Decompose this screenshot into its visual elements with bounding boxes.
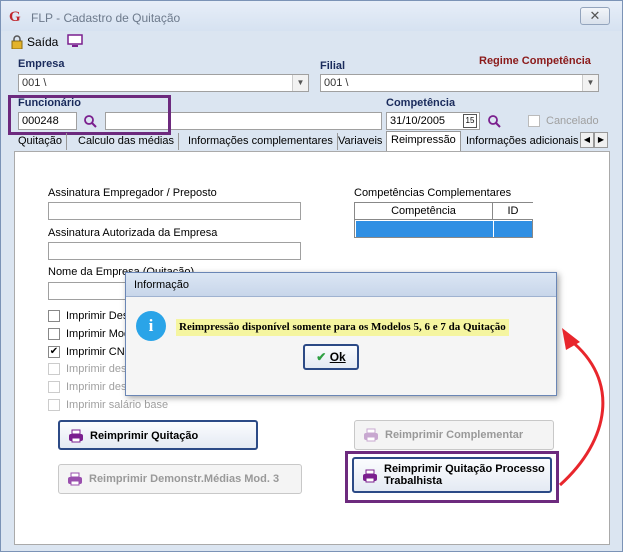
grid-selected-row-id[interactable] <box>494 221 532 237</box>
checkmark-icon: ✔ <box>316 350 327 364</box>
reimprimir-complementar-label: Reimprimir Complementar <box>385 429 524 441</box>
title-bar: G FLP - Cadastro de Quitação ✕ <box>1 1 622 31</box>
checkbox-1-label: Imprimir Descrição <box>66 310 128 322</box>
checkbox-2-label: Imprimir Modelo <box>66 328 128 340</box>
tab-variaveis[interactable]: Variaveis <box>334 133 388 150</box>
checkbox-6[interactable] <box>48 399 60 411</box>
reimprimir-quitacao-label: Reimprimir Quitação <box>90 430 199 442</box>
filial-select[interactable]: 001 \ ▼ <box>320 74 599 92</box>
reimprimir-demonstr-button[interactable]: Reimprimir Demonstr.Médias Mod. 3 <box>58 464 302 494</box>
annotation-arrow <box>558 328 605 487</box>
calendar-icon[interactable]: 15 <box>463 114 477 128</box>
close-button[interactable]: ✕ <box>580 7 610 25</box>
funcionario-highlight <box>8 95 171 135</box>
search-icon[interactable] <box>487 114 501 128</box>
cancelado-checkbox[interactable] <box>528 115 540 127</box>
ok-button[interactable]: ✔ Ok <box>303 344 359 370</box>
grid-header-id[interactable]: ID <box>493 203 533 220</box>
toolbar: Saída <box>1 31 622 55</box>
exit-button[interactable]: Saída <box>27 35 58 49</box>
checkbox-6-label: Imprimir salário base <box>66 399 169 411</box>
checkbox-1[interactable] <box>48 310 60 322</box>
printer-icon <box>364 428 378 442</box>
grid-header-competencia[interactable]: Competência <box>355 203 493 220</box>
lock-icon <box>11 35 23 49</box>
assinatura-autorizada-label: Assinatura Autorizada da Empresa <box>48 227 218 239</box>
assinatura-empregador-input[interactable] <box>48 202 301 220</box>
tab-scroll-left-icon[interactable]: ◀ <box>580 132 594 148</box>
tab-reimpressao[interactable]: Reimpressão <box>386 131 461 151</box>
assinatura-empregador-label: Assinatura Empregador / Preposto <box>48 187 217 199</box>
filial-value: 001 \ <box>324 77 349 89</box>
dialog-message: Reimpressão disponível somente para os M… <box>176 319 509 336</box>
empresa-value: 001 \ <box>22 77 47 89</box>
monitor-icon[interactable] <box>67 34 83 48</box>
grid-selected-row[interactable] <box>356 221 493 237</box>
window-title: FLP - Cadastro de Quitação <box>31 11 181 25</box>
competencias-grid[interactable]: Competência ID <box>354 202 533 238</box>
checkbox-3[interactable]: ✔ <box>48 346 60 358</box>
empresa-select[interactable]: 001 \ ▼ <box>18 74 309 92</box>
checkbox-4[interactable] <box>48 363 60 375</box>
checkbox-5[interactable] <box>48 381 60 393</box>
tab-calculo-medias[interactable]: Calculo das médias <box>74 133 179 150</box>
dialog-title: Informação <box>126 273 556 297</box>
checkbox-4-label: Imprimir descrição <box>66 363 128 375</box>
tab-quitacao[interactable]: Quitação <box>14 133 68 150</box>
competencias-complementares-label: Competências Complementares <box>354 187 512 199</box>
info-icon: i <box>136 311 166 341</box>
cancelado-label: Cancelado <box>546 115 599 127</box>
checkbox-2[interactable] <box>48 328 60 340</box>
tab-informacoes-adicionais[interactable]: Informações adicionais <box>462 133 583 150</box>
printer-icon <box>68 472 82 486</box>
checkbox-5-label: Imprimir descrição <box>66 381 128 393</box>
reimprimir-complementar-button[interactable]: Reimprimir Complementar <box>354 420 554 450</box>
reimprimir-quitacao-button[interactable]: Reimprimir Quitação <box>58 420 258 450</box>
checkbox-3-label: Imprimir CNPJ <box>66 346 128 358</box>
printer-icon <box>69 429 83 443</box>
tab-scroll-right-icon[interactable]: ▶ <box>594 132 608 148</box>
reimprimir-demonstr-label: Reimprimir Demonstr.Médias Mod. 3 <box>89 473 280 485</box>
chevron-down-icon[interactable]: ▼ <box>292 75 308 91</box>
filial-label: Filial <box>320 60 346 72</box>
tab-bar: Quitação Calculo das médias Informações … <box>14 131 610 151</box>
regime-label: Regime Competência <box>479 55 591 67</box>
info-dialog: Informação i Reimpressão disponível some… <box>125 272 557 396</box>
chevron-down-icon[interactable]: ▼ <box>582 75 598 91</box>
competencia-label: Competência <box>386 97 456 109</box>
empresa-label: Empresa <box>18 58 65 70</box>
reimprimir-processo-highlight <box>345 451 559 503</box>
assinatura-autorizada-input[interactable] <box>48 242 301 260</box>
app-logo-icon: G <box>9 9 21 25</box>
tab-informacoes-complementares[interactable]: Informações complementares <box>184 133 338 150</box>
competencia-value: 31/10/2005 <box>390 115 446 127</box>
ok-label: Ok <box>329 350 346 364</box>
